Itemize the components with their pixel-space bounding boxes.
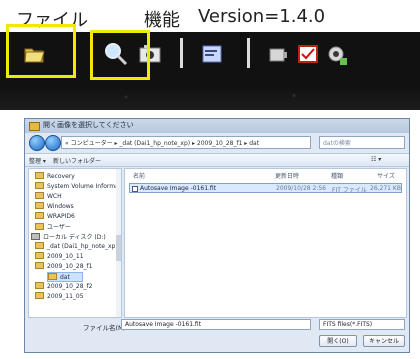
open-file-dialog: 開く画像を選択してください « コンピューター ▸ _dat (Dai1_hp_…: [24, 118, 410, 353]
file-size: 26,271 KB: [370, 185, 401, 192]
filetype-select[interactable]: FITS files(*.FITS): [319, 319, 405, 330]
menu-function[interactable]: 機能: [144, 6, 180, 32]
version-label: Version=1.4.0: [198, 6, 326, 27]
column-header-type[interactable]: 種類: [331, 171, 343, 180]
row-checkbox[interactable]: [132, 186, 138, 192]
scroll-thumb[interactable]: [116, 235, 121, 261]
folder-icon: [35, 292, 44, 299]
tree-item[interactable]: WRAPID6: [35, 212, 75, 220]
highlight-box: [90, 30, 150, 80]
checkbox-icon[interactable]: [294, 40, 322, 68]
file-list: 名前 更新日時 種類 サイズ Autosave Image -0161.fit …: [124, 168, 407, 318]
address-path: « コンピューター ▸ _dat (Dai1_hp_note_xp) ▸ 200…: [65, 140, 260, 147]
dialog-title: 開く画像を選択してください: [43, 121, 134, 129]
folder-icon: [35, 282, 44, 289]
folder-icon: [35, 262, 44, 269]
address-bar[interactable]: « コンピューター ▸ _dat (Dai1_hp_note_xp) ▸ 200…: [61, 136, 311, 149]
background-strip: [0, 84, 420, 110]
back-icon[interactable]: [29, 135, 45, 151]
tree-scrollbar[interactable]: [116, 169, 121, 317]
tree-item[interactable]: 2009_10_28_f2: [35, 282, 92, 290]
filename-value: Autosave Image -0161.fit: [125, 321, 202, 328]
settings-icon[interactable]: [322, 40, 350, 68]
folder-icon: [35, 192, 44, 199]
folder-icon: [35, 212, 44, 219]
file-type: FIT ファイル: [332, 187, 367, 194]
tree-item[interactable]: _dat (Dai1_hp_note_xp): [35, 242, 118, 250]
folder-icon: [35, 172, 44, 179]
address-bar-row: « コンピューター ▸ _dat (Dai1_hp_note_xp) ▸ 200…: [27, 135, 407, 152]
new-folder-button[interactable]: 新しいフォルダー: [53, 156, 101, 165]
tree-item[interactable]: 2009_11_05: [35, 292, 84, 300]
toolbar-separator: [180, 38, 183, 68]
folder-icon: [35, 182, 44, 189]
filetype-value: FITS files(*.FITS): [323, 321, 373, 328]
tree-item-drive[interactable]: ローカル ディスク (D:): [31, 232, 106, 241]
tree-item[interactable]: Windows: [35, 202, 74, 210]
tree-item[interactable]: ユーザー: [35, 222, 71, 231]
file-name: Autosave Image -0161.fit: [140, 185, 217, 192]
app-window-crop: ファイル 機能 Version=1.4.0: [0, 0, 420, 110]
filename-input[interactable]: Autosave Image -0161.fit: [121, 319, 311, 330]
tree-item[interactable]: 2009_10_11: [35, 252, 84, 260]
column-header-name[interactable]: 名前: [133, 171, 145, 180]
file-row[interactable]: Autosave Image -0161.fit 2009/10/28 2:56…: [129, 183, 402, 194]
search-placeholder: datの検索: [323, 140, 351, 147]
open-button[interactable]: 開く(O): [319, 335, 357, 347]
folder-icon: [35, 252, 44, 259]
folder-icon: [48, 273, 57, 280]
organize-button[interactable]: 整理 ▾: [29, 156, 46, 165]
command-bar: 整理 ▾ 新しいフォルダー ☷ ▾: [25, 153, 409, 167]
tree-item[interactable]: System Volume Informat: [35, 182, 121, 190]
folder-icon: [35, 202, 44, 209]
folder-tree: Recovery System Volume Informat WCH Wind…: [28, 168, 122, 318]
view-options-button[interactable]: ☷ ▾: [371, 156, 381, 163]
folder-icon: [35, 223, 44, 230]
column-header-size[interactable]: サイズ: [377, 171, 395, 180]
column-header-date[interactable]: 更新日時: [275, 171, 299, 180]
battery-icon[interactable]: [264, 40, 292, 68]
tree-item[interactable]: Recovery: [35, 172, 75, 180]
folder-icon: [29, 122, 40, 131]
search-input[interactable]: datの検索: [319, 136, 405, 149]
file-date: 2009/10/28 2:56: [276, 185, 326, 192]
tree-item-selected[interactable]: dat: [47, 272, 83, 282]
forward-icon[interactable]: [45, 135, 61, 151]
tree-item[interactable]: 2009_10_28_f1: [35, 262, 92, 270]
document-edit-icon[interactable]: [198, 40, 226, 68]
cancel-button[interactable]: キャンセル: [363, 335, 405, 347]
drive-icon: [31, 233, 40, 240]
toolbar-separator: [247, 38, 250, 68]
dialog-titlebar: 開く画像を選択してください: [25, 119, 409, 133]
folder-icon: [35, 242, 44, 249]
tree-item[interactable]: WCH: [35, 192, 62, 200]
highlight-box: [6, 24, 76, 78]
